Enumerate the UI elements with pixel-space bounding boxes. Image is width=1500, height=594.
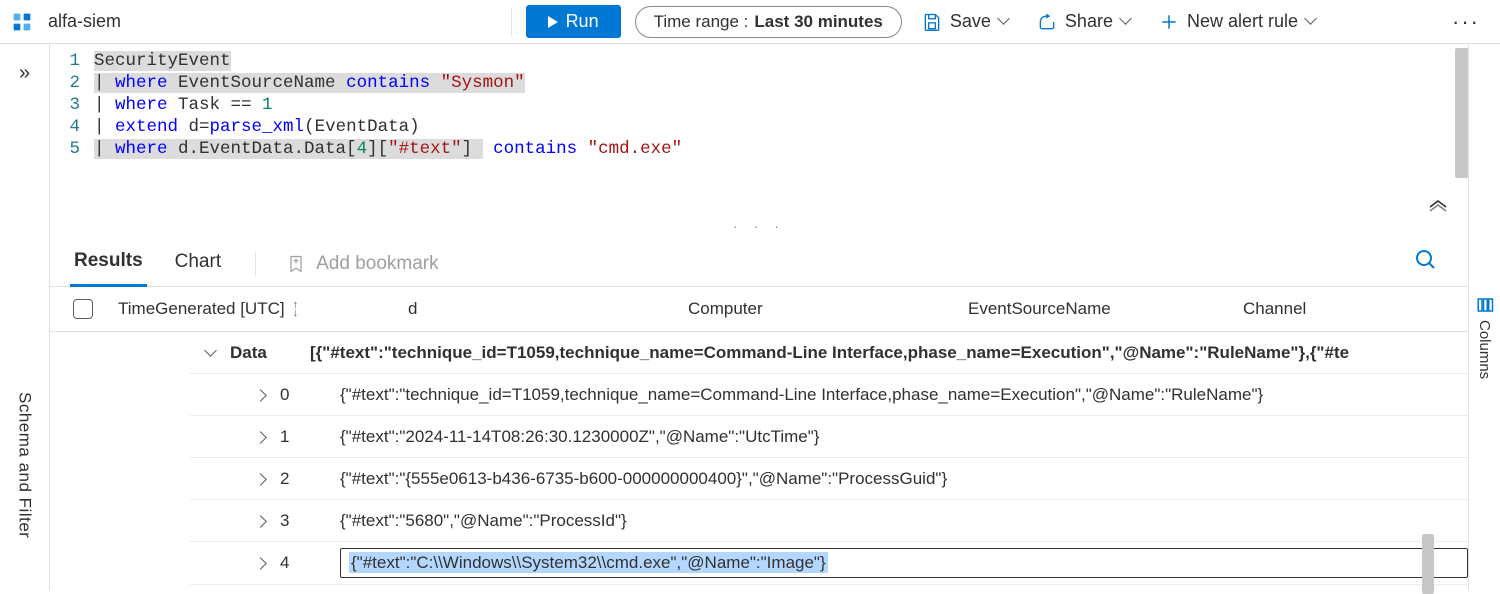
- time-range-picker[interactable]: Time range : Last 30 minutes: [635, 6, 902, 38]
- row-index: 1: [280, 427, 340, 447]
- chevron-down-icon: [1121, 16, 1133, 28]
- expand-row-button[interactable]: [240, 511, 280, 531]
- plus-icon: [1159, 12, 1179, 32]
- column-timegenerated[interactable]: TimeGenerated [UTC] ↑↓: [108, 295, 398, 323]
- divider: [511, 8, 512, 36]
- time-range-prefix: Time range :: [654, 12, 749, 32]
- save-label: Save: [950, 11, 991, 32]
- row-index: 0: [280, 385, 340, 405]
- row-value: {"#text":"2024-11-14T08:26:30.1230000Z",…: [340, 427, 1468, 447]
- column-eventsourcename[interactable]: EventSourceName: [958, 295, 1233, 323]
- run-label: Run: [566, 11, 599, 32]
- time-range-value: Last 30 minutes: [754, 12, 883, 32]
- add-bookmark-button[interactable]: Add bookmark: [286, 253, 439, 275]
- chevron-right-icon: [256, 553, 265, 572]
- columns-icon[interactable]: [1476, 296, 1494, 314]
- select-all-column: [58, 299, 108, 319]
- row-index: 4: [280, 553, 340, 573]
- tab-chart[interactable]: Chart: [171, 243, 225, 285]
- column-computer[interactable]: Computer: [678, 295, 958, 323]
- share-label: Share: [1065, 11, 1113, 32]
- column-d[interactable]: d: [398, 295, 678, 323]
- bookmark-icon: [286, 254, 306, 274]
- expand-row-button[interactable]: [240, 385, 280, 405]
- table-row[interactable]: 2{"#text":"{555e0613-b436-6735-b600-0000…: [190, 458, 1468, 500]
- column-channel[interactable]: Channel: [1233, 295, 1460, 323]
- table-row[interactable]: 0{"#text":"technique_id=T1059,technique_…: [190, 374, 1468, 416]
- row-index: 3: [280, 511, 340, 531]
- more-actions-button[interactable]: ···: [1442, 5, 1490, 39]
- expand-row-button[interactable]: [240, 553, 280, 573]
- expand-row-button[interactable]: [240, 427, 280, 447]
- panel-resize-handle[interactable]: · · ·: [50, 224, 1468, 234]
- add-bookmark-label: Add bookmark: [316, 253, 439, 275]
- chevron-right-icon: [256, 469, 265, 488]
- results-tabs: Results Chart Add bookmark: [50, 234, 1468, 287]
- collapse-row-button[interactable]: [190, 343, 230, 363]
- share-button[interactable]: Share: [1031, 7, 1139, 36]
- row-value: {"#text":"{555e0613-b436-6735-b600-00000…: [340, 469, 1468, 489]
- table-row[interactable]: 1{"#text":"2024-11-14T08:26:30.1230000Z"…: [190, 416, 1468, 458]
- columns-label[interactable]: Columns: [1476, 320, 1493, 379]
- chevron-right-icon: [256, 385, 265, 404]
- collapse-editor-button[interactable]: [1428, 196, 1448, 217]
- run-button[interactable]: Run: [526, 5, 621, 38]
- row-value: [{"#text":"technique_id=T1059,technique_…: [310, 343, 1468, 363]
- workspace-icon: [10, 10, 34, 34]
- topbar: alfa-siem Run Time range : Last 30 minut…: [0, 0, 1500, 44]
- row-key: Data: [230, 343, 310, 363]
- scrollbar-thumb[interactable]: [1455, 48, 1468, 178]
- row-index: 2: [280, 469, 340, 489]
- chevron-down-icon: [206, 343, 215, 362]
- table-row[interactable]: 3{"#text":"5680","@Name":"ProcessId"}: [190, 500, 1468, 542]
- divider: [255, 252, 256, 276]
- line-gutter: 12345: [56, 50, 94, 218]
- play-icon: [548, 16, 558, 28]
- save-button[interactable]: Save: [916, 7, 1017, 36]
- expand-row-button[interactable]: [240, 469, 280, 489]
- table-row[interactable]: 4{"#text":"C:\\Windows\\System32\\cmd.ex…: [190, 542, 1468, 585]
- row-value: {"#text":"C:\\Windows\\System32\\cmd.exe…: [340, 548, 1468, 578]
- left-rail: » Schema and Filter: [0, 44, 50, 590]
- main: » Schema and Filter 12345 SecurityEvent|…: [0, 44, 1500, 590]
- expand-panel-button[interactable]: »: [19, 62, 30, 85]
- schema-filter-label[interactable]: Schema and Filter: [15, 380, 35, 550]
- topbar-actions: Run Time range : Last 30 minutes Save Sh…: [511, 5, 1490, 39]
- code-lines[interactable]: SecurityEvent| where EventSourceName con…: [94, 50, 1468, 218]
- select-all-checkbox[interactable]: [73, 299, 93, 319]
- new-alert-button[interactable]: New alert rule: [1153, 7, 1324, 36]
- query-editor[interactable]: 12345 SecurityEvent| where EventSourceNa…: [50, 44, 1468, 224]
- chevron-down-icon: [1306, 16, 1318, 28]
- editor-area: 12345 SecurityEvent| where EventSourceNa…: [50, 44, 1468, 590]
- scrollbar-thumb[interactable]: [1422, 534, 1434, 594]
- right-rail: Columns: [1468, 44, 1500, 590]
- save-icon: [922, 12, 942, 32]
- search-results-button[interactable]: [1414, 248, 1438, 275]
- row-value: {"#text":"technique_id=T1059,technique_n…: [340, 385, 1468, 405]
- chevron-right-icon: [256, 427, 265, 446]
- chevron-right-icon: [256, 511, 265, 530]
- new-alert-label: New alert rule: [1187, 11, 1298, 32]
- data-parent-row[interactable]: Data [{"#text":"technique_id=T1059,techn…: [190, 332, 1468, 374]
- chevron-down-icon: [999, 16, 1011, 28]
- sort-indicator-icon: ↑↓: [293, 301, 299, 317]
- workspace-name[interactable]: alfa-siem: [44, 11, 121, 32]
- results-table-header: TimeGenerated [UTC] ↑↓ d Computer EventS…: [50, 287, 1468, 332]
- share-icon: [1037, 12, 1057, 32]
- row-value: {"#text":"5680","@Name":"ProcessId"}: [340, 511, 1468, 531]
- results-table-body: Data [{"#text":"technique_id=T1059,techn…: [50, 332, 1468, 585]
- tab-results[interactable]: Results: [70, 242, 147, 287]
